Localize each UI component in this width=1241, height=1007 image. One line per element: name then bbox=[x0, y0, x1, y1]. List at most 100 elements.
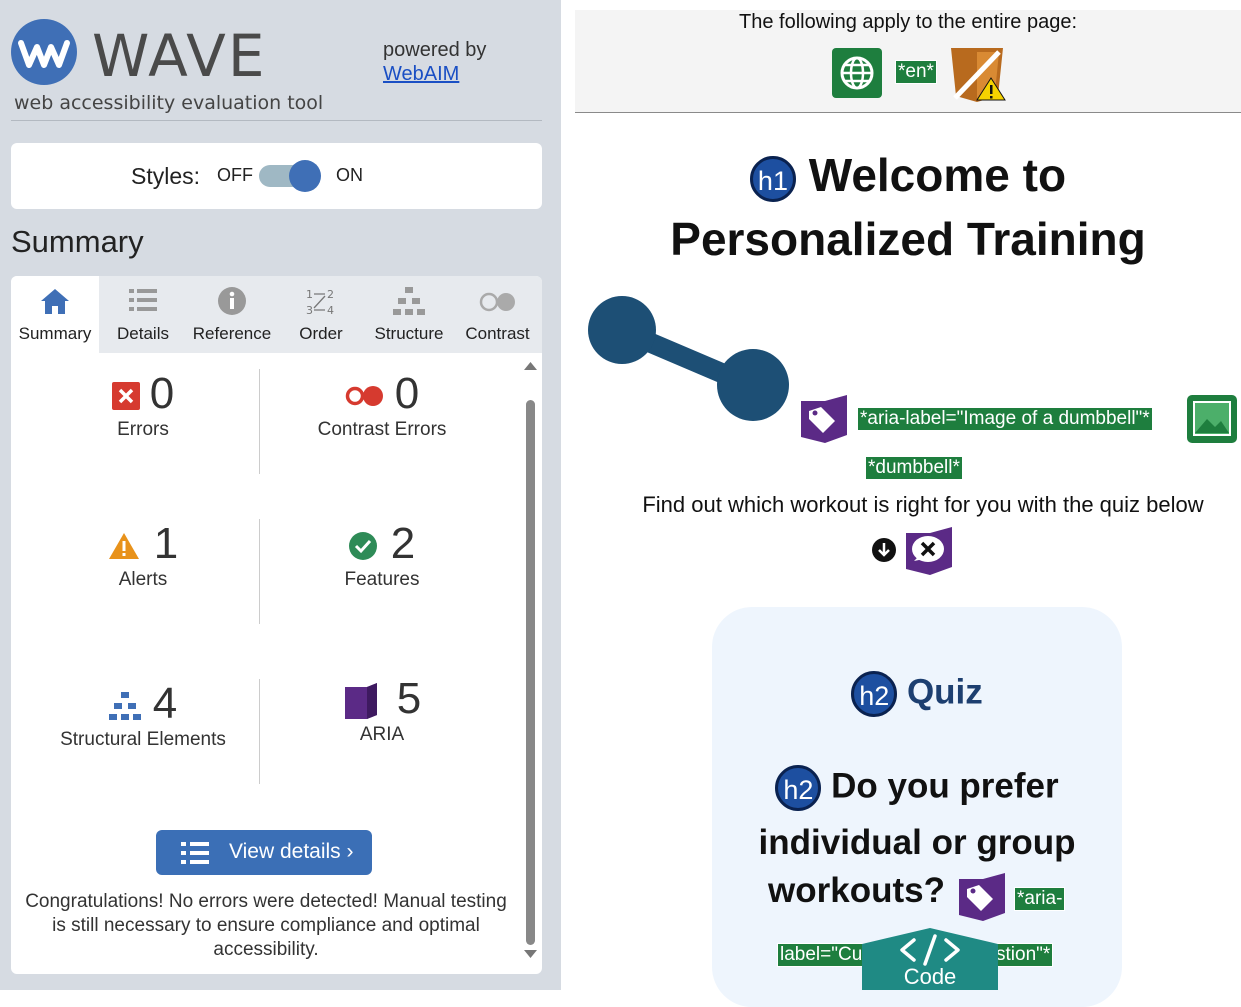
divider bbox=[259, 519, 260, 624]
quiz-heading: h2 Quiz bbox=[712, 671, 1122, 717]
tab-bar: Summary Details Reference 1 2 3 4 Order Str… bbox=[11, 276, 542, 353]
h2-badge-icon[interactable]: h2 bbox=[851, 671, 898, 717]
page-preview: The following apply to the entire page: … bbox=[575, 0, 1241, 1007]
list-icon bbox=[129, 289, 157, 311]
html-warning-icon[interactable] bbox=[949, 46, 1007, 102]
aria-count: 5 bbox=[396, 674, 422, 723]
page-h1: h1 Welcome to bbox=[575, 148, 1241, 202]
aria-label: ARIA bbox=[359, 724, 405, 745]
styles-on-label: ON bbox=[336, 165, 363, 185]
code-toggle-button[interactable]: Code bbox=[862, 928, 998, 990]
scroll-down-icon[interactable] bbox=[524, 950, 537, 960]
divider bbox=[259, 679, 260, 784]
quiz-heading-text: Quiz bbox=[906, 672, 983, 712]
structural-count: 4 bbox=[152, 679, 178, 728]
tab-label: Details bbox=[117, 324, 169, 343]
alerts-label: Alerts bbox=[118, 569, 168, 590]
features-count: 2 bbox=[390, 519, 416, 568]
divider bbox=[11, 120, 542, 121]
h1-line2: Personalized Training bbox=[670, 213, 1146, 265]
congrats-message: Congratulations! No errors were detected… bbox=[25, 891, 507, 960]
alerts-count: 1 bbox=[153, 519, 179, 568]
page-applies-text: The following apply to the entire page: bbox=[739, 11, 1077, 33]
tab-structure[interactable]: Structure bbox=[365, 276, 453, 353]
info-icon bbox=[218, 287, 246, 315]
image-alt-icon[interactable] bbox=[1187, 395, 1237, 443]
aria-error-icon[interactable] bbox=[904, 527, 954, 575]
tab-contrast[interactable]: Contrast bbox=[453, 276, 542, 353]
powered-by: powered by WebAIM bbox=[383, 38, 486, 86]
question-line3: workouts? bbox=[768, 871, 945, 910]
aria-label-tag-icon[interactable] bbox=[799, 395, 849, 443]
contrast-errors-stat[interactable]: 0 Contrast Errors bbox=[262, 369, 502, 441]
summary-stats: 0 Errors 0 Contrast Errors 1 Alerts 2 Fe… bbox=[11, 354, 521, 804]
arrow-down-icon[interactable] bbox=[872, 538, 896, 562]
view-details-button[interactable]: View details › bbox=[156, 830, 372, 875]
h1-badge-icon[interactable]: h1 bbox=[749, 155, 796, 202]
home-icon bbox=[41, 289, 69, 314]
aria-label-tag-part2-right: stion"* bbox=[993, 943, 1054, 967]
tab-reference[interactable]: Reference bbox=[187, 276, 277, 353]
list-icon bbox=[181, 842, 209, 864]
features-label: Features bbox=[344, 569, 420, 590]
styles-label: Styles: bbox=[131, 163, 201, 189]
tab-label: Order bbox=[299, 324, 343, 343]
app-name: WAVE bbox=[92, 22, 267, 90]
dumbbell-image bbox=[588, 296, 789, 421]
tab-label: Reference bbox=[192, 324, 272, 343]
webaim-link[interactable]: WebAIM bbox=[383, 63, 459, 85]
aria-label-value-tag: *aria-label="Image of a dumbbell"* bbox=[857, 407, 1153, 431]
tab-details[interactable]: Details bbox=[99, 276, 187, 353]
structural-label: Structural Elements bbox=[60, 729, 226, 750]
question-line1: Do you prefer bbox=[831, 766, 1059, 806]
contrast-icon bbox=[479, 292, 515, 312]
powered-by-text: powered by bbox=[383, 39, 487, 61]
dumbbell-alt-tag: *dumbbell* bbox=[865, 456, 963, 480]
svg-text:3: 3 bbox=[306, 304, 313, 316]
features-stat[interactable]: 2 Features bbox=[262, 519, 502, 591]
alert-icon bbox=[108, 533, 139, 560]
structure-icon bbox=[108, 692, 141, 721]
language-globe-icon[interactable] bbox=[832, 48, 882, 98]
order-icon: 1 2 3 4 bbox=[306, 288, 334, 316]
contrast-errors-count: 0 bbox=[394, 369, 420, 418]
question-line2: individual or group bbox=[758, 823, 1076, 862]
styles-toggle-box: Styles: OFF ON bbox=[11, 143, 542, 209]
divider bbox=[259, 369, 260, 474]
alerts-stat[interactable]: 1 Alerts bbox=[23, 519, 263, 591]
errors-count: 0 bbox=[149, 369, 175, 418]
errors-stat[interactable]: 0 Errors bbox=[23, 369, 263, 441]
styles-toggle-knob[interactable] bbox=[289, 160, 321, 192]
styles-off-label: OFF bbox=[217, 165, 253, 185]
wave-sidebar: WAVE web accessibility evaluation tool p… bbox=[0, 0, 561, 990]
aria-label-tag-part2-left: label="Cu bbox=[777, 943, 866, 967]
wave-logo-icon bbox=[11, 19, 77, 85]
tab-label: Structure bbox=[374, 324, 444, 343]
error-icon bbox=[111, 382, 140, 411]
tab-order[interactable]: 1 2 3 4 Order bbox=[277, 276, 365, 353]
svg-text:4: 4 bbox=[327, 304, 334, 316]
feature-check-icon bbox=[348, 532, 377, 561]
summary-heading: Summary bbox=[11, 224, 144, 259]
aria-icon bbox=[344, 683, 377, 720]
scrollbar-thumb[interactable] bbox=[526, 400, 535, 945]
aria-stat[interactable]: 5 ARIA bbox=[262, 674, 502, 746]
intro-text: Find out which workout is right for you … bbox=[642, 492, 1204, 517]
scroll-up-icon[interactable] bbox=[524, 360, 537, 370]
tab-label: Summary bbox=[18, 324, 92, 343]
question-line3-row: workouts? bbox=[768, 871, 945, 911]
code-label: Code bbox=[903, 964, 957, 989]
contrast-error-icon bbox=[345, 386, 383, 407]
aria-label-tag-icon[interactable] bbox=[957, 873, 1007, 921]
tab-label: Contrast bbox=[465, 324, 530, 343]
svg-text:2: 2 bbox=[327, 288, 334, 301]
summary-panel: Summary Details Reference 1 2 3 4 Order Str… bbox=[11, 276, 542, 974]
structure-icon bbox=[393, 287, 425, 315]
lang-tag: *en* bbox=[895, 60, 937, 84]
view-details-label: View details › bbox=[229, 840, 354, 863]
scrollbar[interactable] bbox=[524, 360, 537, 960]
h2-badge-icon[interactable]: h2 bbox=[775, 765, 822, 811]
svg-text:1: 1 bbox=[306, 288, 313, 301]
tab-summary[interactable]: Summary bbox=[11, 276, 99, 353]
structural-stat[interactable]: 4 Structural Elements bbox=[23, 679, 263, 751]
